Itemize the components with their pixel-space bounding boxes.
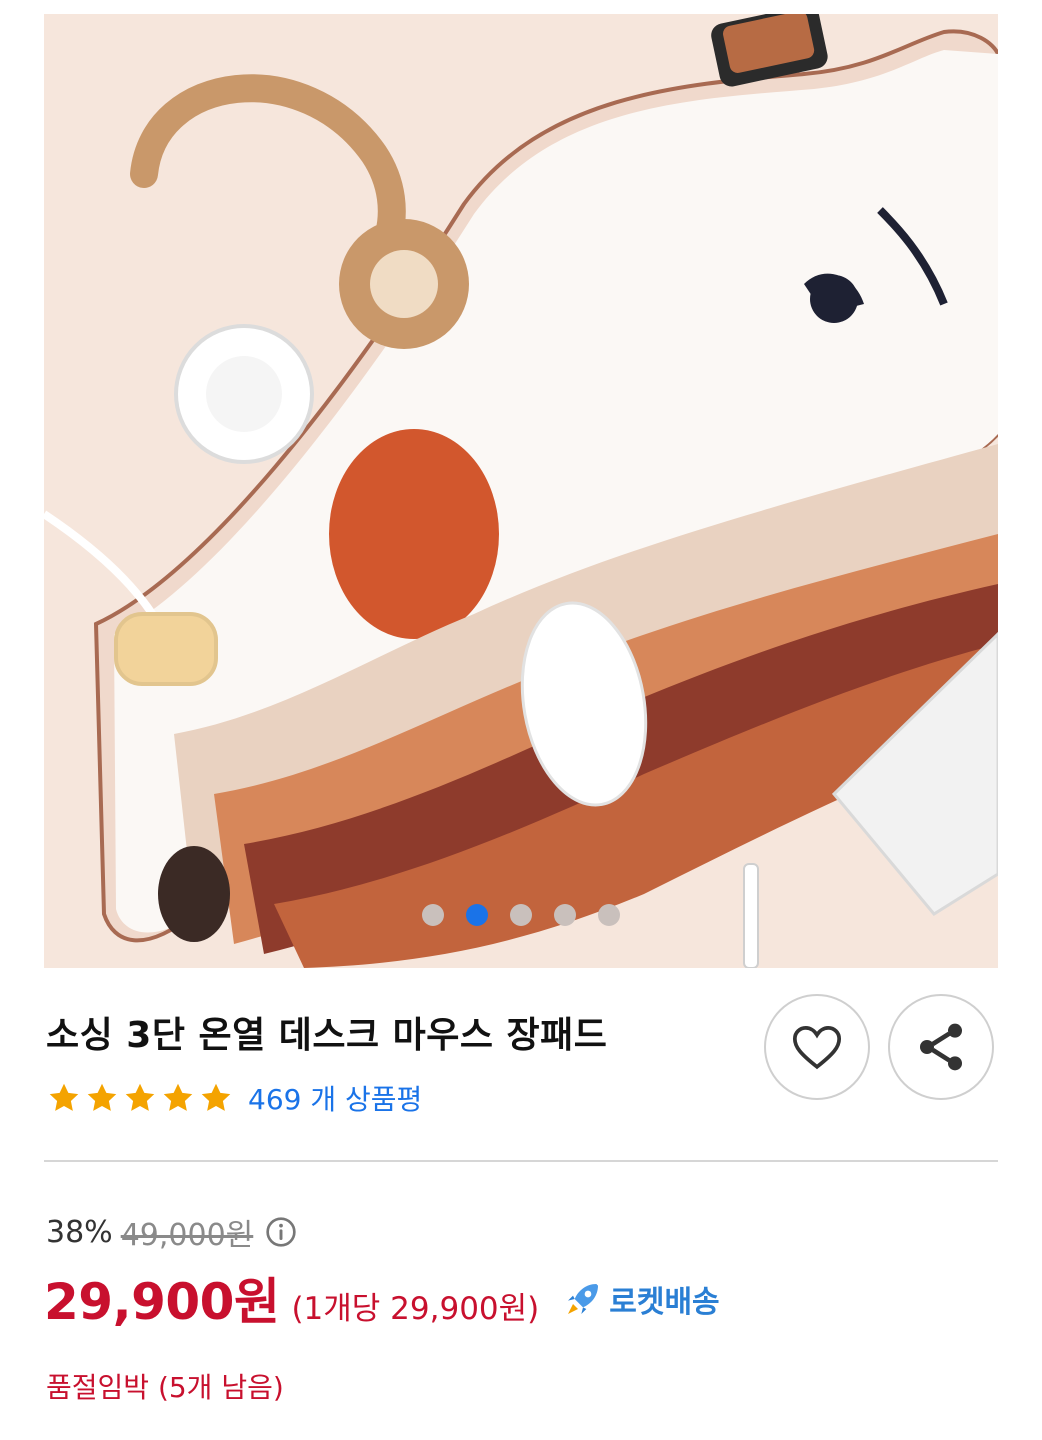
share-icon	[920, 1023, 962, 1071]
carousel-dot[interactable]	[598, 904, 620, 926]
product-title: 소싱 3단 온열 데스크 마우스 장패드	[46, 1015, 608, 1056]
wishlist-button[interactable]	[764, 994, 870, 1100]
desk-mat-illustration	[44, 14, 998, 968]
share-button[interactable]	[888, 994, 994, 1100]
carousel-dot[interactable]	[554, 904, 576, 926]
carousel-indicators	[44, 904, 998, 926]
star-icon	[201, 1083, 231, 1111]
original-price: 49,000원	[120, 1218, 254, 1253]
star-icon	[87, 1083, 117, 1111]
info-icon[interactable]	[265, 1216, 297, 1248]
rating-stars	[46, 1080, 234, 1116]
star-icon	[49, 1083, 79, 1111]
star-icon	[163, 1083, 193, 1111]
review-count-link[interactable]: 469 개 상품평	[248, 1078, 422, 1118]
sale-price: 29,900원	[44, 1273, 280, 1331]
rocket-icon	[568, 1284, 599, 1314]
discount-row: 38% 49,000원	[46, 1210, 297, 1254]
unit-price: (1개당 29,900원)	[291, 1291, 540, 1327]
rating-row: 469 개 상품평	[46, 1078, 422, 1118]
discount-rate: 38%	[46, 1214, 113, 1250]
stock-warning: 품절임박 (5개 남음)	[46, 1371, 284, 1404]
carousel-dot[interactable]	[510, 904, 532, 926]
star-icon	[125, 1083, 155, 1111]
rocket-delivery-badge: 로켓배송	[563, 1277, 720, 1321]
divider	[44, 1160, 998, 1162]
price-row: 29,900원 (1개당 29,900원) 로켓배송	[44, 1262, 720, 1334]
rocket-delivery-label: 로켓배송	[609, 1285, 720, 1320]
product-image[interactable]	[44, 14, 998, 968]
carousel-dot-active[interactable]	[466, 904, 488, 926]
carousel-dot[interactable]	[422, 904, 444, 926]
heart-icon	[792, 1025, 842, 1070]
